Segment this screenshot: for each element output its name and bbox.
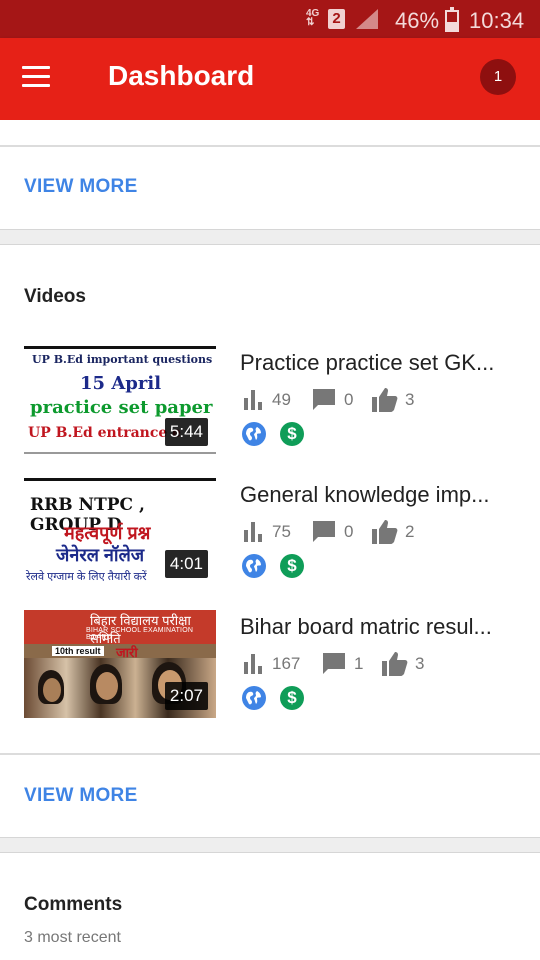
comment-icon [313,389,335,410]
bar-chart-icon [244,522,262,542]
videos-section-title: Videos [24,286,86,307]
monetized-icon: $ [280,554,304,578]
thumbs-up-icon [372,520,398,544]
signal-icon [356,9,378,29]
notification-badge[interactable]: 1 [480,59,516,95]
monetized-icon: $ [280,422,304,446]
video-duration: 5:44 [164,418,208,446]
sim-indicator: 2 [328,9,345,29]
video-item[interactable]: UP B.Ed important questions 15 April pra… [0,346,540,456]
comment-icon [323,653,345,674]
video-duration: 4:01 [164,550,208,578]
bar-chart-icon [244,390,262,410]
clock: 10:34 [469,8,525,33]
hamburger-menu-icon[interactable] [22,66,50,90]
status-bar: 4G ⇅ 2 46% 10:34 [0,0,540,38]
network-type: 4G ⇅ [306,8,320,28]
video-item[interactable]: बिहार विद्यालय परीक्षा समिति BIHAR SCHOO… [0,610,540,720]
battery-icon [445,7,459,32]
battery-percent: 46% [395,8,440,33]
thumbs-up-icon [372,388,398,412]
video-item[interactable]: RRB NTPC , GROUP D महत्वपूर्ण प्रश्न जेन… [0,478,540,588]
comments-section-title: Comments [24,894,123,915]
video-title[interactable]: General knowledge imp... [240,482,520,508]
bar-chart-icon [244,654,262,674]
comments-subtitle: 3 most recent [24,929,121,946]
globe-icon [242,686,266,710]
video-title[interactable]: Practice practice set GK... [240,350,520,376]
video-thumbnail[interactable]: RRB NTPC , GROUP D महत्वपूर्ण प्रश्न जेन… [24,478,216,586]
comment-icon [313,521,335,542]
video-thumbnail[interactable]: बिहार विद्यालय परीक्षा समिति BIHAR SCHOO… [24,610,216,718]
globe-icon [242,422,266,446]
video-thumbnail[interactable]: UP B.Ed important questions 15 April pra… [24,346,216,454]
comments-card: Comments 3 most recent [0,852,540,960]
divider [0,753,540,755]
divider [0,145,540,147]
video-title[interactable]: Bihar board matric resul... [240,614,520,640]
monetized-icon: $ [280,686,304,710]
app-bar: Dashboard 1 [0,38,540,120]
page-title: Dashboard [108,60,255,91]
view-more-button[interactable]: VIEW MORE [24,176,138,198]
video-duration: 2:07 [164,682,208,710]
thumbs-up-icon [382,652,408,676]
top-section-card: VIEW MORE [0,120,540,230]
view-more-videos-button[interactable]: VIEW MORE [24,785,138,807]
globe-icon [242,554,266,578]
videos-card: Videos UP B.Ed important questions 15 Ap… [0,244,540,838]
